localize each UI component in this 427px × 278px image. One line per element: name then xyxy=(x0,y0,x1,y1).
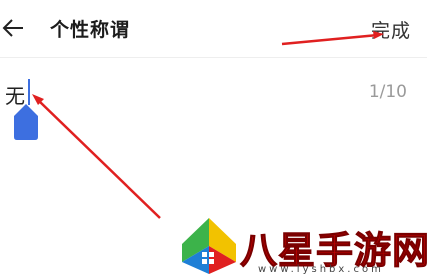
character-counter: 1/10 xyxy=(368,82,407,102)
back-button[interactable] xyxy=(0,14,26,42)
header-divider xyxy=(0,57,427,58)
watermark-logo-icon xyxy=(182,218,236,274)
page-title: 个性称谓 xyxy=(50,19,131,41)
site-watermark: 八星手游网 www.lyshbx.com xyxy=(176,208,427,278)
watermark-url: www.lyshbx.com xyxy=(258,264,384,275)
caret-handle-icon[interactable] xyxy=(14,104,38,140)
done-button[interactable]: 完成 xyxy=(371,16,411,43)
arrow-left-icon xyxy=(2,19,23,37)
top-bar: 个性称谓 完成 xyxy=(0,0,427,56)
text-caret xyxy=(28,79,30,105)
nickname-input[interactable]: 无 1/10 xyxy=(0,60,427,140)
